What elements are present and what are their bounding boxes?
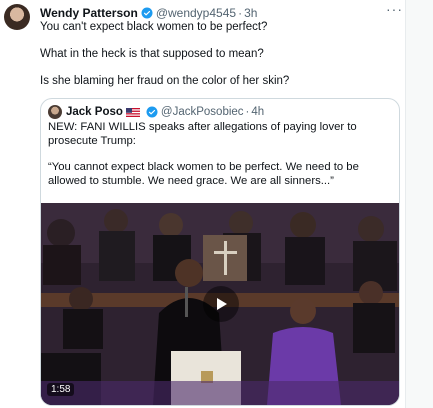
verified-badge-icon — [146, 106, 158, 118]
tweet-line: Is she blaming her fraud on the color of… — [40, 75, 290, 87]
avatar[interactable] — [4, 4, 30, 30]
separator-dot: · — [245, 106, 250, 118]
more-horizontal-icon[interactable]: ··· — [386, 1, 403, 17]
tweet[interactable]: Wendy Patterson @wendyp4545 · 3h ··· You… — [0, 0, 406, 408]
quoted-text-line: “You cannot expect black women to be per… — [48, 161, 359, 187]
quoted-tweet[interactable]: Jack Poso @JackPosobiec · 4h NEW: FANI W… — [40, 98, 400, 406]
quoted-timestamp[interactable]: 4h — [251, 106, 264, 118]
tweet-line: You can't expect black women to be perfe… — [40, 21, 268, 33]
quoted-tweet-header: Jack Poso @JackPosobiec · 4h — [48, 105, 264, 119]
author-handle[interactable]: @wendyp4545 — [156, 6, 236, 20]
quoted-author-name[interactable]: Jack Poso — [66, 106, 123, 118]
right-sidebar-edge — [405, 0, 433, 408]
us-flag-icon — [125, 107, 140, 117]
tweet-header: Wendy Patterson @wendyp4545 · 3h — [40, 5, 257, 21]
video-player[interactable]: 1:58 — [41, 203, 399, 405]
tweet-line: What in the heck is that supposed to mea… — [40, 48, 264, 60]
quoted-author-handle[interactable]: @JackPosobiec — [161, 106, 244, 118]
quoted-text-line: NEW: FANI WILLIS speaks after allegation… — [48, 121, 357, 147]
timestamp[interactable]: 3h — [244, 6, 257, 20]
author-name[interactable]: Wendy Patterson — [40, 6, 138, 20]
separator-dot: · — [238, 6, 243, 20]
quoted-tweet-text: NEW: FANI WILLIS speaks after allegation… — [48, 121, 393, 201]
tweet-text: You can't expect black women to be perfe… — [40, 20, 400, 101]
play-button[interactable] — [203, 286, 239, 322]
play-icon — [217, 298, 227, 310]
video-duration: 1:58 — [47, 383, 75, 396]
verified-badge-icon — [141, 7, 153, 19]
quoted-avatar[interactable] — [48, 105, 62, 119]
